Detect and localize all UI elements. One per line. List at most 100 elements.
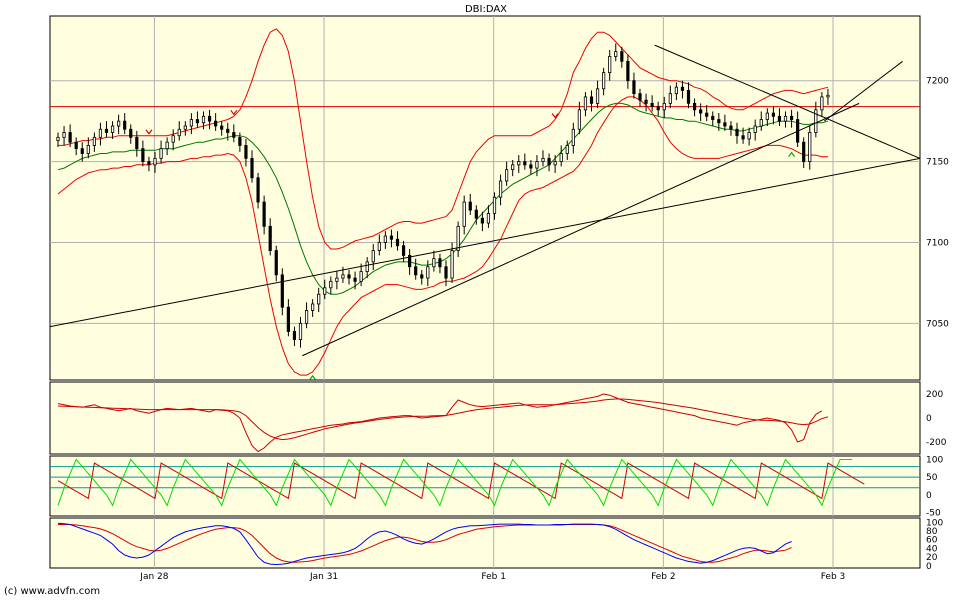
candle-body [566, 145, 568, 153]
candle-body [778, 116, 780, 121]
y-tick-label: 0 [926, 562, 932, 572]
candle-body [827, 95, 829, 97]
candle-body [699, 110, 701, 113]
candle-body [663, 103, 665, 109]
candle-body [87, 145, 89, 153]
candle-body [821, 97, 823, 110]
candle-body [184, 126, 186, 129]
candle-body [669, 94, 671, 104]
y-tick-label: 7100 [926, 238, 949, 248]
candle-body [233, 132, 235, 137]
candle-body [505, 170, 507, 181]
candle-body [281, 275, 283, 307]
candle-body [317, 294, 319, 304]
candle-body [493, 197, 495, 213]
candle-body [414, 267, 416, 275]
candle-body [311, 304, 313, 310]
candle-body [433, 259, 435, 267]
candle-body [675, 87, 677, 93]
y-tick-label: 50 [926, 473, 938, 483]
candle-body [245, 145, 247, 158]
x-tick-label: Feb 2 [651, 572, 676, 582]
candle-body [154, 158, 156, 164]
candle-body [378, 242, 380, 250]
panel-oscillator: 2000-200 [50, 382, 947, 454]
candle-body [160, 149, 162, 159]
candle-body [633, 81, 635, 94]
y-tick-label: 7150 [926, 158, 949, 168]
candle-body [705, 113, 707, 116]
candle-body [439, 259, 441, 267]
candle-body [590, 97, 592, 103]
candle-body [269, 226, 271, 250]
candle-body [396, 239, 398, 245]
candle-body [572, 129, 574, 145]
candle-body [402, 246, 404, 256]
candle-body [366, 262, 368, 272]
candle-body [214, 121, 216, 126]
candle-body [718, 120, 720, 123]
candle-body [596, 89, 598, 104]
candle-body [578, 110, 580, 129]
candle-body [142, 149, 144, 162]
candle-body [451, 251, 453, 279]
candle-body [336, 278, 338, 281]
candle-body [645, 100, 647, 103]
copyright-credit: (c) www.advfn.com [4, 586, 100, 597]
candle-body [772, 113, 774, 116]
candle-body [681, 87, 683, 90]
candle-body [427, 267, 429, 278]
candle-body [196, 120, 198, 123]
candle-body [123, 121, 125, 129]
candle-body [712, 116, 714, 119]
candle-body [148, 162, 150, 165]
y-tick-label: 7200 [926, 77, 949, 87]
candle-body [627, 61, 629, 80]
candle-body [130, 129, 132, 137]
candle-body [748, 132, 750, 138]
candle-body [305, 310, 307, 323]
candle-body [584, 97, 586, 110]
x-tick-label: Feb 1 [481, 572, 506, 582]
candle-body [693, 103, 695, 109]
candle-body [57, 137, 59, 140]
panel-price: 7050710071507200 [50, 16, 949, 380]
candle-body [348, 275, 350, 278]
candle-body [263, 202, 265, 226]
candle-body [117, 121, 119, 126]
candle-body [293, 331, 295, 339]
candle-body [784, 116, 786, 121]
candle-body [754, 126, 756, 132]
panel-frame [50, 16, 920, 380]
candle-body [330, 281, 332, 287]
candle-body [736, 129, 738, 135]
candle-body [421, 275, 423, 278]
candle-body [639, 94, 641, 100]
candle-body [208, 116, 210, 121]
candle-body [524, 162, 526, 165]
candle-body [111, 126, 113, 132]
candle-body [190, 120, 192, 126]
candle-body [766, 113, 768, 119]
candle-body [166, 142, 168, 148]
y-tick-label: 200 [926, 390, 943, 400]
candle-body [802, 142, 804, 161]
candle-body [475, 210, 477, 218]
y-tick-label: 0 [926, 491, 932, 501]
candle-body [299, 323, 301, 339]
candle-body [457, 226, 459, 250]
candle-body [602, 73, 604, 89]
candle-body [621, 52, 623, 62]
candle-body [530, 165, 532, 168]
candle-body [275, 251, 277, 275]
candle-body [469, 202, 471, 210]
candle-body [560, 154, 562, 162]
candle-body [651, 103, 653, 106]
y-tick-label: 0 [926, 414, 932, 424]
candle-body [518, 162, 520, 165]
candle-body [257, 178, 259, 202]
candle-body [81, 149, 83, 154]
candle-body [548, 158, 550, 164]
candle-body [742, 136, 744, 139]
candle-body [360, 272, 362, 282]
